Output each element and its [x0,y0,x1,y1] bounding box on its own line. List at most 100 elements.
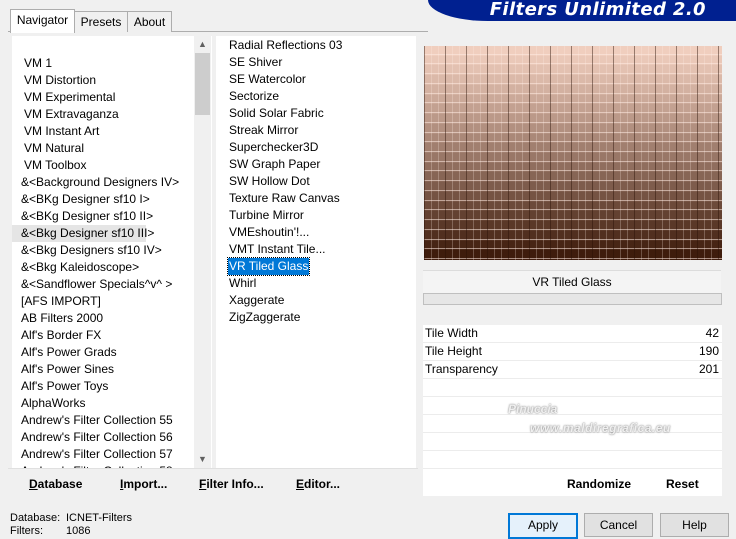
preview-tile-line [424,102,722,103]
category-item[interactable]: VM Experimental [24,89,194,106]
preview-tile-line [424,229,722,230]
preview-tile-line [424,219,722,220]
category-item[interactable]: &<Sandflower Specials^v^ > [21,276,191,293]
preview-tile-line [424,141,722,142]
category-item[interactable]: VM Distortion [24,72,194,89]
preview-tile-edge [424,46,425,260]
preview-tile-edge [648,46,649,260]
category-item[interactable]: Andrew's Filter Collection 56 [21,429,191,446]
param-value: 42 [705,326,719,340]
tab-navigator[interactable]: Navigator [10,9,75,33]
preview-tile-edge [683,46,684,260]
preview-tile-line [424,54,722,55]
apply-button[interactable]: Apply [508,513,578,539]
cancel-button[interactable]: Cancel [584,513,653,537]
preview-tile-line [424,122,722,123]
category-item[interactable]: VM Natural [24,140,194,157]
category-item[interactable]: &<Background Designers IV> [21,174,191,191]
category-item[interactable]: Alf's Power Grads [21,344,191,361]
filters-count-label: Filters: [10,525,43,537]
preview-tile-edge [711,46,712,260]
filter-item[interactable]: Turbine Mirror [228,207,305,224]
scroll-up-arrow-icon[interactable]: ▲ [194,36,211,53]
filter-item[interactable]: Xaggerate [228,292,285,309]
category-item[interactable]: Alf's Border FX [21,327,191,344]
preview-tile-edge [557,46,558,260]
randomize-button[interactable]: Randomize [567,477,631,491]
category-item[interactable]: &<Bkg Designer sf10 III> [12,225,154,242]
filter-info-button[interactable]: Filter Info... [199,477,264,491]
category-item[interactable]: Andrew's Filter Collection 55 [21,412,191,429]
preview-tile-edge [585,46,586,260]
preview-tile-edge [543,46,544,260]
filter-item[interactable]: SW Graph Paper [228,156,321,173]
preview-tile-line [424,83,722,84]
param-row-tile-height[interactable]: Tile Height 190 [423,343,722,361]
category-item[interactable]: Andrew's Filter Collection 57 [21,446,191,463]
category-scrollbar[interactable]: ▲ ▼ [194,36,211,468]
editor-button[interactable]: Editor... [296,477,340,491]
param-row-tile-width[interactable]: Tile Width 42 [423,325,722,343]
category-item[interactable]: VM 1 [24,55,194,72]
category-list[interactable]: VM 1 VM Distortion VM Experimental VM Extra… [12,36,212,478]
filter-item[interactable]: Sectorize [228,88,280,105]
category-item[interactable]: AlphaWorks [21,395,191,412]
filter-item[interactable]: Whirl [228,275,257,292]
category-item[interactable]: VM Instant Art [24,123,194,140]
category-item[interactable]: &<Bkg Kaleidoscope> [21,259,191,276]
filters-count-value: 1086 [66,525,91,537]
filter-item[interactable]: SE Watercolor [228,71,307,88]
preview-tile-line [424,190,722,191]
filter-item[interactable]: ZigZaggerate [228,309,301,326]
filter-item[interactable]: Texture Raw Canvas [228,190,341,207]
help-button[interactable]: Help [660,513,729,537]
category-item[interactable]: VM Extravaganza [24,106,194,123]
preview-tile-edge [459,46,460,260]
scroll-down-arrow-icon[interactable]: ▼ [194,451,211,468]
preview-tile-line [424,63,722,64]
tab-about[interactable]: About [127,11,172,32]
category-scroll-thumb[interactable] [195,53,210,115]
preview-tile-edge [606,46,607,260]
category-item[interactable]: VM Toolbox [24,157,194,174]
category-item[interactable]: AB Filters 2000 [21,310,191,327]
preview-tile-edge [669,46,670,260]
tab-presets[interactable]: Presets [74,11,128,32]
filter-item[interactable]: Streak Mirror [228,122,299,139]
database-button[interactable]: Database [29,477,82,491]
progress-bar [423,293,722,305]
filter-item[interactable]: VMEshoutin'!... [228,224,310,241]
filter-item[interactable]: SE Shiver [228,54,283,71]
category-item[interactable]: [AFS IMPORT] [21,293,191,310]
reset-button[interactable]: Reset [666,477,699,491]
preview-tile-line [424,180,722,181]
preview-tile-edge [431,46,432,260]
filter-item[interactable]: Solid Solar Fabric [228,105,325,122]
filter-item[interactable]: Superchecker3D [228,139,319,156]
filter-item[interactable]: Radial Reflections 03 [228,37,343,54]
preview-tile-line [424,258,722,259]
filter-item[interactable]: VR Tiled Glass [226,257,311,276]
preview-image [424,46,722,260]
param-value: 190 [698,344,719,358]
filter-list[interactable]: Radial Reflections 03 SE Shiver SE Waterco… [216,36,416,468]
preview-tile-edge [445,46,446,260]
category-item[interactable]: &<BKg Designer sf10 II> [21,208,191,225]
preview-tile-edge [613,46,614,260]
filter-item[interactable]: SW Hollow Dot [228,173,311,190]
filter-item[interactable]: VMT Instant Tile... [228,241,326,258]
category-item[interactable]: Alf's Power Toys [21,378,191,395]
preview-tile-edge [550,46,551,260]
category-item[interactable]: Alf's Power Sines [21,361,191,378]
preview-tile-edge [655,46,656,260]
category-item[interactable]: &<BKg Designer sf10 I> [21,191,191,208]
param-row-empty [423,451,722,469]
import-button[interactable]: Import... [120,477,167,491]
preview-tile-line [424,73,722,74]
preview-tile-edge [508,46,509,260]
category-item[interactable]: &<Bkg Designers sf10 IV> [21,242,191,259]
preview-tile-line [424,239,722,240]
preview-tile-edge [697,46,698,260]
preview-tile-edge [438,46,439,260]
param-row-transparency[interactable]: Transparency 201 [423,361,722,379]
